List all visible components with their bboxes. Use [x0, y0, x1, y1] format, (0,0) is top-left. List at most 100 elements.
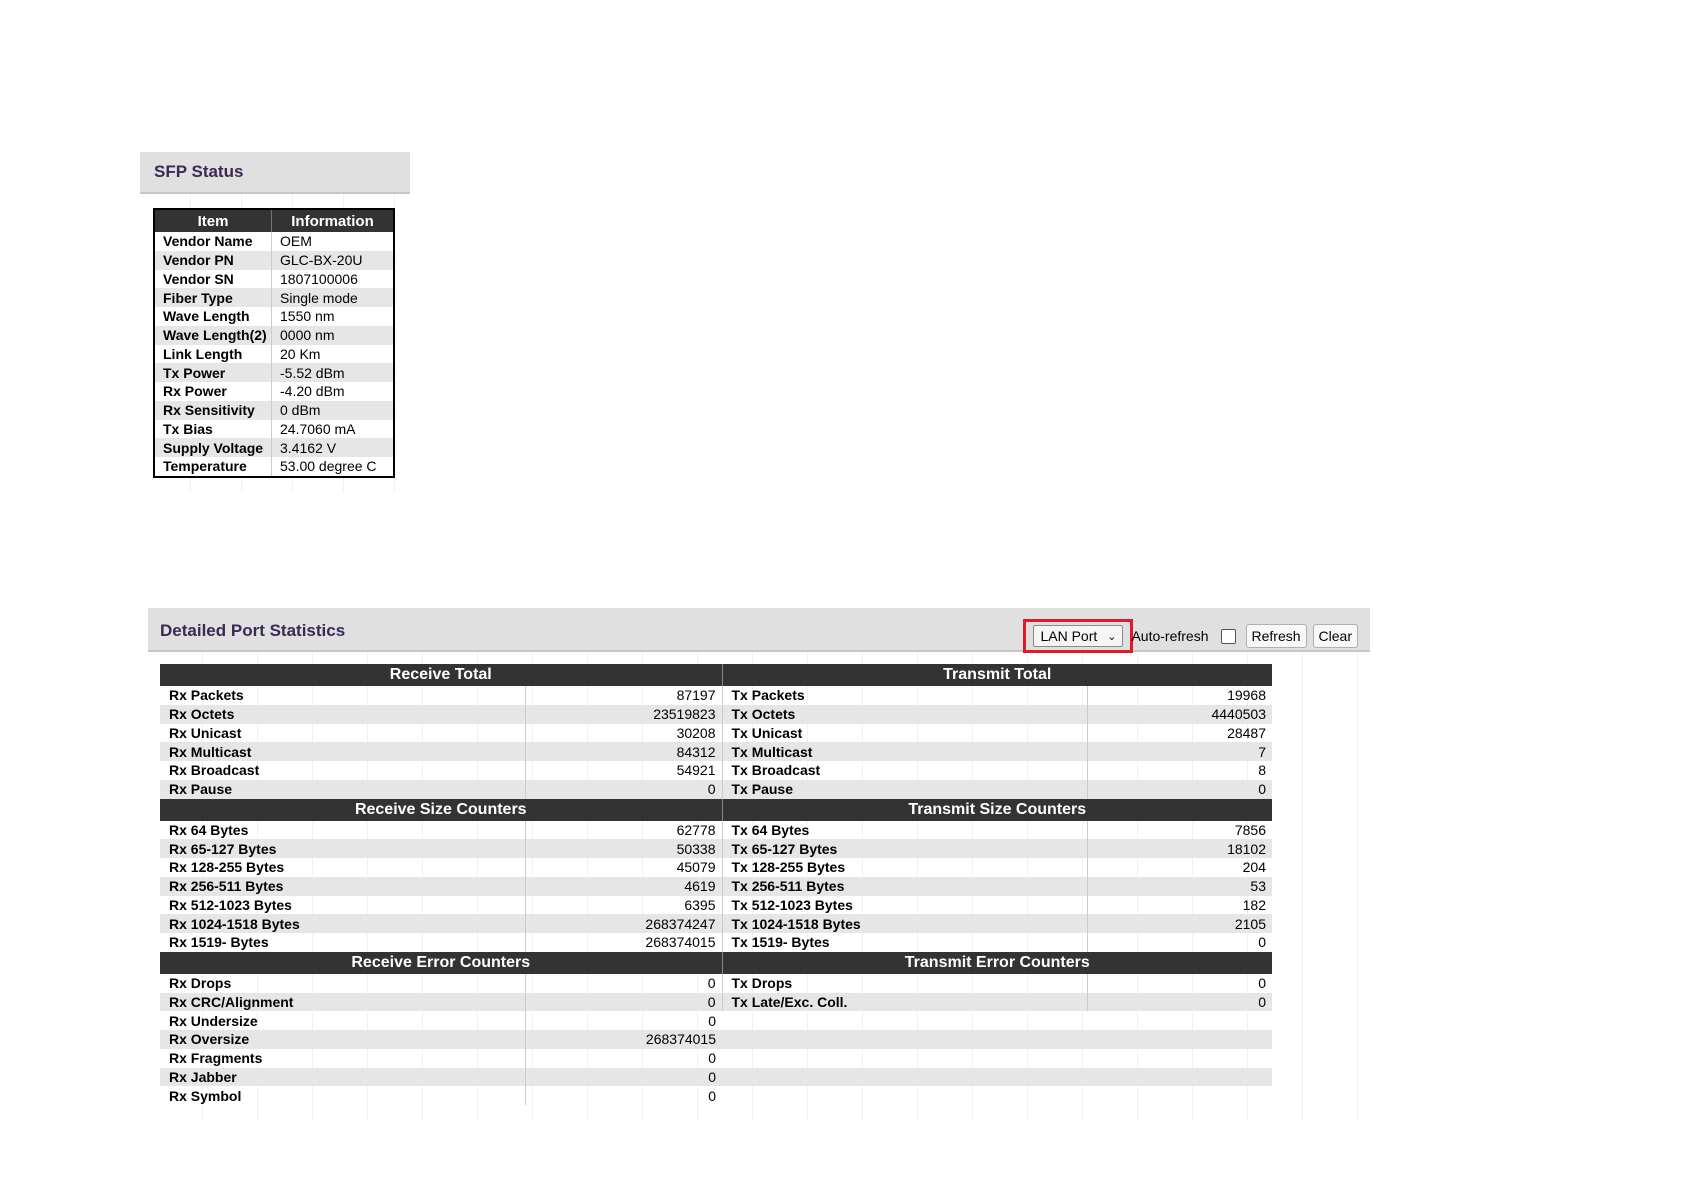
rx-label: Rx 65-127 Bytes	[160, 839, 526, 858]
auto-refresh-checkbox[interactable]	[1220, 628, 1236, 644]
auto-refresh-label: Auto-refresh	[1131, 628, 1209, 644]
sfp-item-label: Rx Sensitivity	[154, 400, 272, 420]
rx-label: Rx 512-1023 Bytes	[160, 895, 526, 915]
sfp-table-header-row: Item Information	[154, 209, 394, 232]
table-row: Rx Jabber 0	[160, 1067, 1272, 1087]
tx-value	[1087, 1086, 1272, 1105]
sfp-row: Rx Sensitivity 0 dBm	[154, 400, 394, 420]
sfp-row: Temperature 53.00 degree C	[154, 457, 394, 477]
port-stats-header: Detailed Port Statistics LAN Port ⌄ Auto…	[148, 608, 1370, 653]
tx-value	[1087, 1011, 1272, 1030]
rx-section-title: Receive Total	[160, 664, 723, 686]
tx-value: 2105	[1087, 914, 1272, 933]
rx-value: 268374247	[525, 914, 723, 933]
table-row: Rx Drops 0 Tx Drops 0	[160, 973, 1272, 993]
table-row: Rx Multicast 84312 Tx Multicast 7	[160, 742, 1272, 761]
rx-label: Rx 1519- Bytes	[160, 933, 526, 952]
sfp-item-label: Tx Bias	[154, 419, 272, 439]
rx-label: Rx 64 Bytes	[160, 820, 526, 840]
sfp-item-label: Temperature	[154, 457, 272, 477]
table-row: Rx 1024-1518 Bytes 268374247 Tx 1024-1518 …	[160, 914, 1272, 933]
tx-value	[1087, 1067, 1272, 1087]
table-row: Rx 64 Bytes 62778 Tx 64 Bytes 7856	[160, 820, 1272, 840]
table-row: Rx Packets 87197 Tx Packets 19968	[160, 686, 1272, 705]
sfp-row: Wave Length 1550 nm	[154, 307, 394, 326]
rx-value: 45079	[525, 858, 723, 877]
rx-label: Rx CRC/Alignment	[160, 992, 526, 1012]
sfp-item-label: Fiber Type	[154, 288, 272, 307]
rx-value: 23519823	[525, 704, 723, 724]
table-row: Rx Symbol 0	[160, 1086, 1272, 1105]
sfp-col-item: Item	[154, 209, 272, 232]
tx-label: Tx 128-255 Bytes	[722, 858, 1088, 877]
rx-label: Rx Oversize	[160, 1030, 526, 1049]
sfp-row: Rx Power -4.20 dBm	[154, 382, 394, 401]
table-row: Rx 65-127 Bytes 50338 Tx 65-127 Bytes 18102	[160, 839, 1272, 858]
rx-value: 0	[708, 1050, 716, 1067]
tx-section-title: Transmit Error Counters	[722, 951, 1272, 974]
table-row: Rx CRC/Alignment 0 Tx Late/Exc. Coll. 0	[160, 992, 1272, 1012]
rx-value: 54921	[525, 761, 723, 780]
rx-label: Rx 256-511 Bytes	[160, 876, 526, 896]
sfp-item-value: -5.52 dBm	[271, 363, 394, 382]
sfp-item-value: GLC-BX-20U	[271, 250, 394, 270]
tx-label: Tx 1024-1518 Bytes	[722, 914, 1088, 933]
sfp-item-label: Rx Power	[154, 382, 272, 401]
rx-label: Rx Unicast	[160, 723, 526, 743]
table-row: Rx Unicast 30208 Tx Unicast 28487	[160, 723, 1272, 743]
rx-label: Rx Jabber	[160, 1067, 526, 1087]
rx-section-title: Receive Size Counters	[160, 798, 723, 821]
refresh-button[interactable]: Refresh	[1245, 624, 1307, 648]
section-header-row: Receive Size Counters Transmit Size Count…	[160, 798, 1272, 821]
tx-label: Tx Multicast	[722, 742, 1088, 761]
rx-value: 6395	[525, 895, 723, 915]
tx-value: 7	[1087, 742, 1272, 761]
table-row: Rx Broadcast 54921 Tx Broadcast 8	[160, 761, 1272, 780]
tx-value: 204	[1242, 859, 1266, 876]
sfp-item-value: 24.7060 mA	[280, 420, 356, 437]
tx-value: 0	[1087, 992, 1272, 1012]
tx-label	[722, 1030, 1087, 1049]
tx-value: 0	[1258, 934, 1266, 951]
sfp-item-value: 1807100006	[280, 270, 358, 287]
tx-label: Tx Packets	[722, 686, 1088, 705]
table-row: Rx Fragments 0	[160, 1048, 1272, 1068]
rx-label: Rx Broadcast	[160, 761, 526, 780]
sfp-item-label: Tx Power	[154, 363, 272, 382]
tx-value: 8	[1258, 762, 1266, 779]
table-row: Rx Undersize 0	[160, 1011, 1272, 1030]
rx-label: Rx 128-255 Bytes	[160, 858, 526, 877]
sfp-item-label: Wave Length(2)	[154, 325, 272, 345]
port-stats-title: Detailed Port Statistics	[160, 621, 346, 640]
tx-label: Tx 256-511 Bytes	[722, 876, 1088, 896]
sfp-item-value: OEM	[280, 233, 312, 250]
table-row: Rx 128-255 Bytes 45079 Tx 128-255 Bytes 204	[160, 858, 1272, 877]
port-select-value: LAN Port	[1040, 628, 1098, 644]
tx-label	[722, 1011, 1087, 1030]
sfp-row: Tx Power -5.52 dBm	[154, 363, 394, 382]
rx-value: 87197	[525, 686, 723, 705]
rx-label: Rx Multicast	[160, 742, 526, 761]
sfp-row: Tx Bias 24.7060 mA	[154, 419, 394, 439]
sfp-row: Supply Voltage 3.4162 V	[154, 438, 394, 457]
sfp-item-label: Supply Voltage	[154, 438, 272, 457]
table-row: Rx Octets 23519823 Tx Octets 4440503	[160, 704, 1272, 724]
rx-label: Rx Packets	[160, 686, 526, 705]
tx-value: 19968	[1227, 687, 1266, 704]
tx-label: Tx 1519- Bytes	[722, 933, 1088, 952]
sfp-item-label: Link Length	[154, 344, 272, 364]
rx-value: 268374015	[525, 933, 723, 952]
table-row: Rx Oversize 268374015	[160, 1030, 1272, 1049]
rx-value: 0	[708, 1012, 716, 1029]
tx-value: 0	[1087, 779, 1272, 799]
sfp-status-title: SFP Status	[154, 162, 244, 181]
port-select[interactable]: LAN Port ⌄	[1033, 625, 1124, 647]
rx-value: 0	[525, 1067, 722, 1087]
tx-label: Tx 512-1023 Bytes	[722, 895, 1088, 915]
rx-value: 0	[525, 973, 723, 993]
sfp-item-value: 20 Km	[280, 345, 321, 362]
rx-label: Rx Undersize	[160, 1011, 526, 1030]
tx-label: Tx Broadcast	[722, 761, 1088, 780]
clear-button[interactable]: Clear	[1312, 624, 1358, 648]
sfp-item-label: Vendor PN	[154, 250, 272, 270]
